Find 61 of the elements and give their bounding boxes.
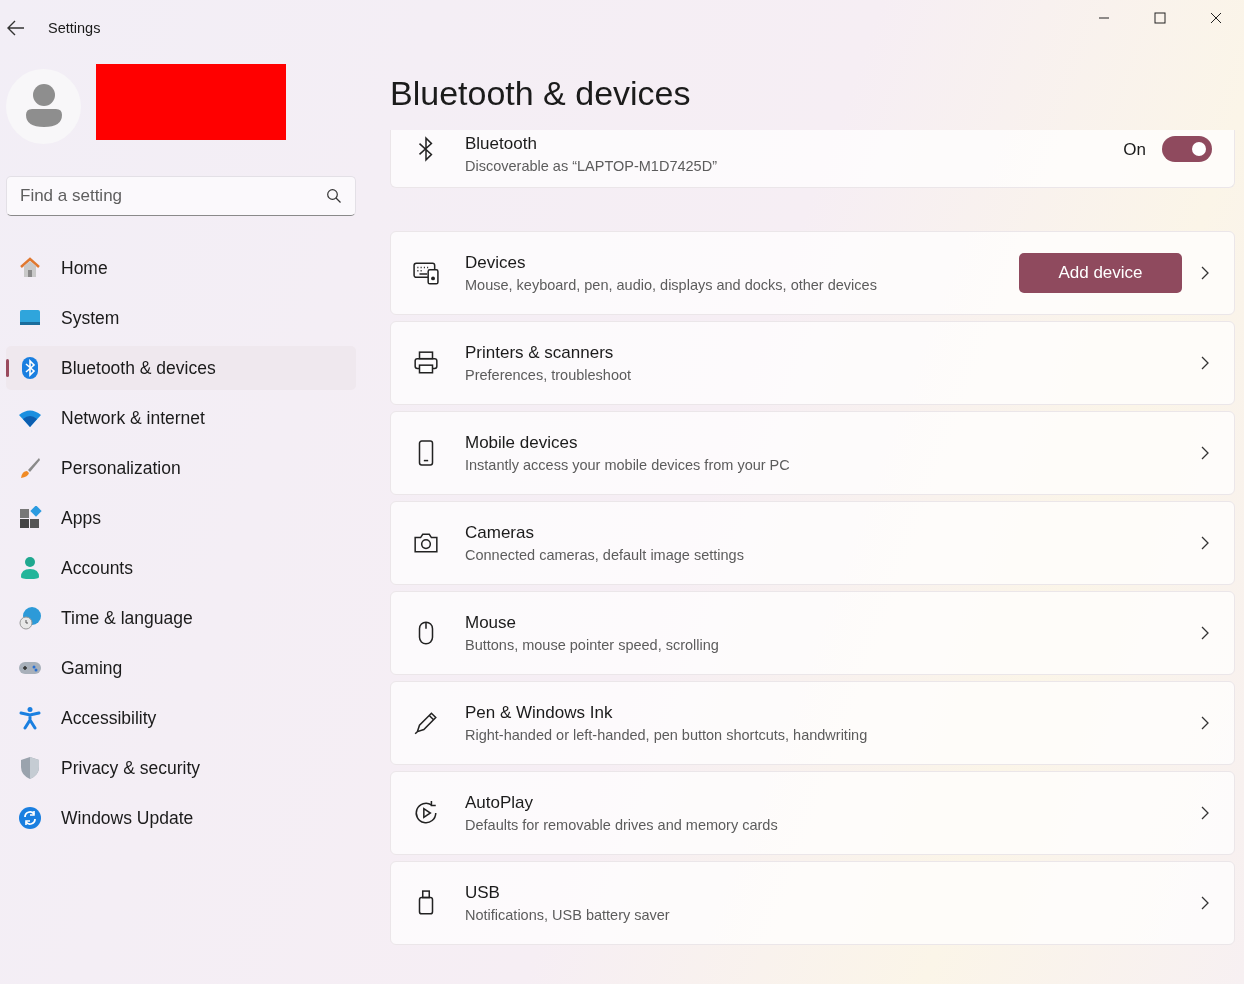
- settings-card[interactable]: AutoPlay Defaults for removable drives and memory cards: [390, 771, 1235, 855]
- add-device-button[interactable]: Add device: [1019, 253, 1182, 293]
- setting-description: Discoverable as “LAPTOP-M1D7425D”: [465, 158, 718, 174]
- setting-description: Notifications, USB battery saver: [465, 907, 671, 923]
- back-arrow-icon[interactable]: [6, 18, 26, 38]
- setting-title: Devices: [465, 253, 527, 273]
- setting-title: Cameras: [465, 523, 535, 543]
- globe-clock-icon: [18, 606, 42, 630]
- printer-icon: [413, 350, 439, 376]
- settings-card[interactable]: Mouse Buttons, mouse pointer speed, scrolling: [390, 591, 1235, 675]
- sidebar-item[interactable]: Gaming: [6, 646, 356, 690]
- setting-description: Instantly access your mobile devices from your PC: [465, 457, 791, 473]
- setting-title: AutoPlay: [465, 793, 535, 813]
- settings-card[interactable]: Mobile devices Instantly access your mobile devices from your PC: [390, 411, 1235, 495]
- setting-description: Mouse, keyboard, pen, audio, displays and docks, other devices: [465, 277, 878, 293]
- setting-description: Right-handed or left-handed, pen button shortcuts, handwriting: [465, 727, 869, 743]
- search-field[interactable]: Find a setting: [6, 176, 356, 216]
- setting-title: Mobile devices: [465, 433, 579, 453]
- page-title: Bluetooth & devices: [390, 73, 691, 114]
- close-icon[interactable]: [1210, 12, 1222, 24]
- sidebar-item[interactable]: Network & internet: [6, 396, 356, 440]
- apps-icon: [18, 506, 42, 530]
- accessibility-icon: [18, 706, 42, 730]
- settings-card[interactable]: Printers & scanners Preferences, troubleshoot: [390, 321, 1235, 405]
- sidebar-item[interactable]: Bluetooth & devices: [6, 346, 356, 390]
- selection-indicator: [6, 359, 9, 377]
- setting-description: Preferences, troubleshoot: [465, 367, 633, 383]
- play-circle-icon: [413, 800, 439, 826]
- setting-title: USB: [465, 883, 501, 903]
- toggle-state-label: On: [1123, 140, 1146, 160]
- setting-title: Printers & scanners: [465, 343, 615, 363]
- paintbrush-icon: [18, 456, 42, 480]
- keyboard-speaker-icon: [413, 260, 439, 286]
- setting-title: Bluetooth: [465, 134, 538, 154]
- setting-description: Connected cameras, default image settings: [465, 547, 745, 563]
- sidebar-item[interactable]: Privacy & security: [6, 746, 356, 790]
- setting-description: Defaults for removable drives and memory cards: [465, 817, 779, 833]
- setting-title: Mouse: [465, 613, 518, 633]
- search-icon[interactable]: [326, 188, 342, 204]
- sidebar-item[interactable]: Windows Update: [6, 796, 356, 840]
- setting-description: Buttons, mouse pointer speed, scrolling: [465, 637, 720, 653]
- sync-icon: [18, 806, 42, 830]
- sidebar-item[interactable]: Accessibility: [6, 696, 356, 740]
- settings-card[interactable]: Devices Mouse, keyboard, pen, audio, displays and docks, other devices Add device: [390, 231, 1235, 315]
- shield-icon: [18, 756, 42, 780]
- maximize-icon[interactable]: [1154, 12, 1166, 24]
- settings-card[interactable]: Cameras Connected cameras, default image settings: [390, 501, 1235, 585]
- sidebar-item[interactable]: Time & language: [6, 596, 356, 640]
- sidebar-item[interactable]: Apps: [6, 496, 356, 540]
- window-title: Settings: [48, 20, 101, 36]
- sidebar-item[interactable]: Home: [6, 246, 356, 290]
- settings-card[interactable]: Pen & Windows Ink Right-handed or left-handed, pen button shortcuts, handwriting: [390, 681, 1235, 765]
- sidebar-item[interactable]: Accounts: [6, 546, 356, 590]
- house-icon: [18, 256, 42, 280]
- person-icon: [18, 556, 42, 580]
- settings-card[interactable]: USB Notifications, USB battery saver: [390, 861, 1235, 945]
- bluetooth-toggle[interactable]: [1162, 136, 1212, 162]
- pen-icon: [413, 710, 439, 736]
- sidebar-item[interactable]: Personalization: [6, 446, 356, 490]
- setting-title: Pen & Windows Ink: [465, 703, 614, 723]
- sidebar-item[interactable]: System: [6, 296, 356, 340]
